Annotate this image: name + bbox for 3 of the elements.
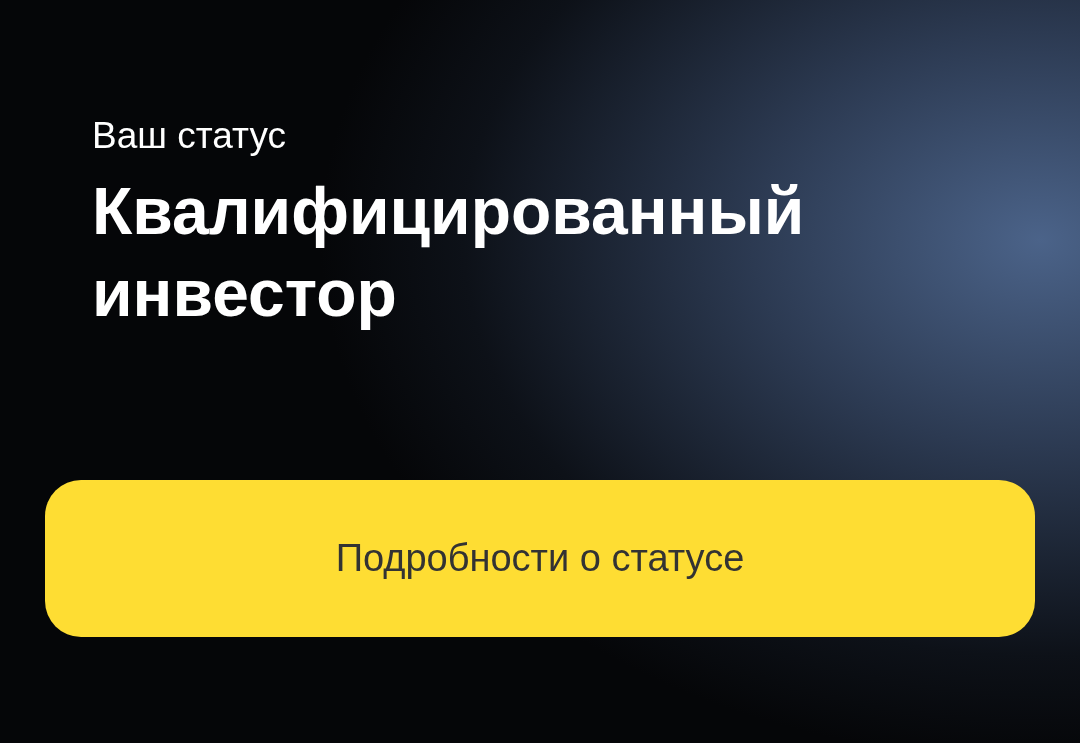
status-label: Ваш статус [92, 114, 287, 158]
status-title: Квалифицированный инвестор [92, 173, 806, 332]
status-details-button[interactable]: Подробности о статусе [45, 480, 1035, 637]
